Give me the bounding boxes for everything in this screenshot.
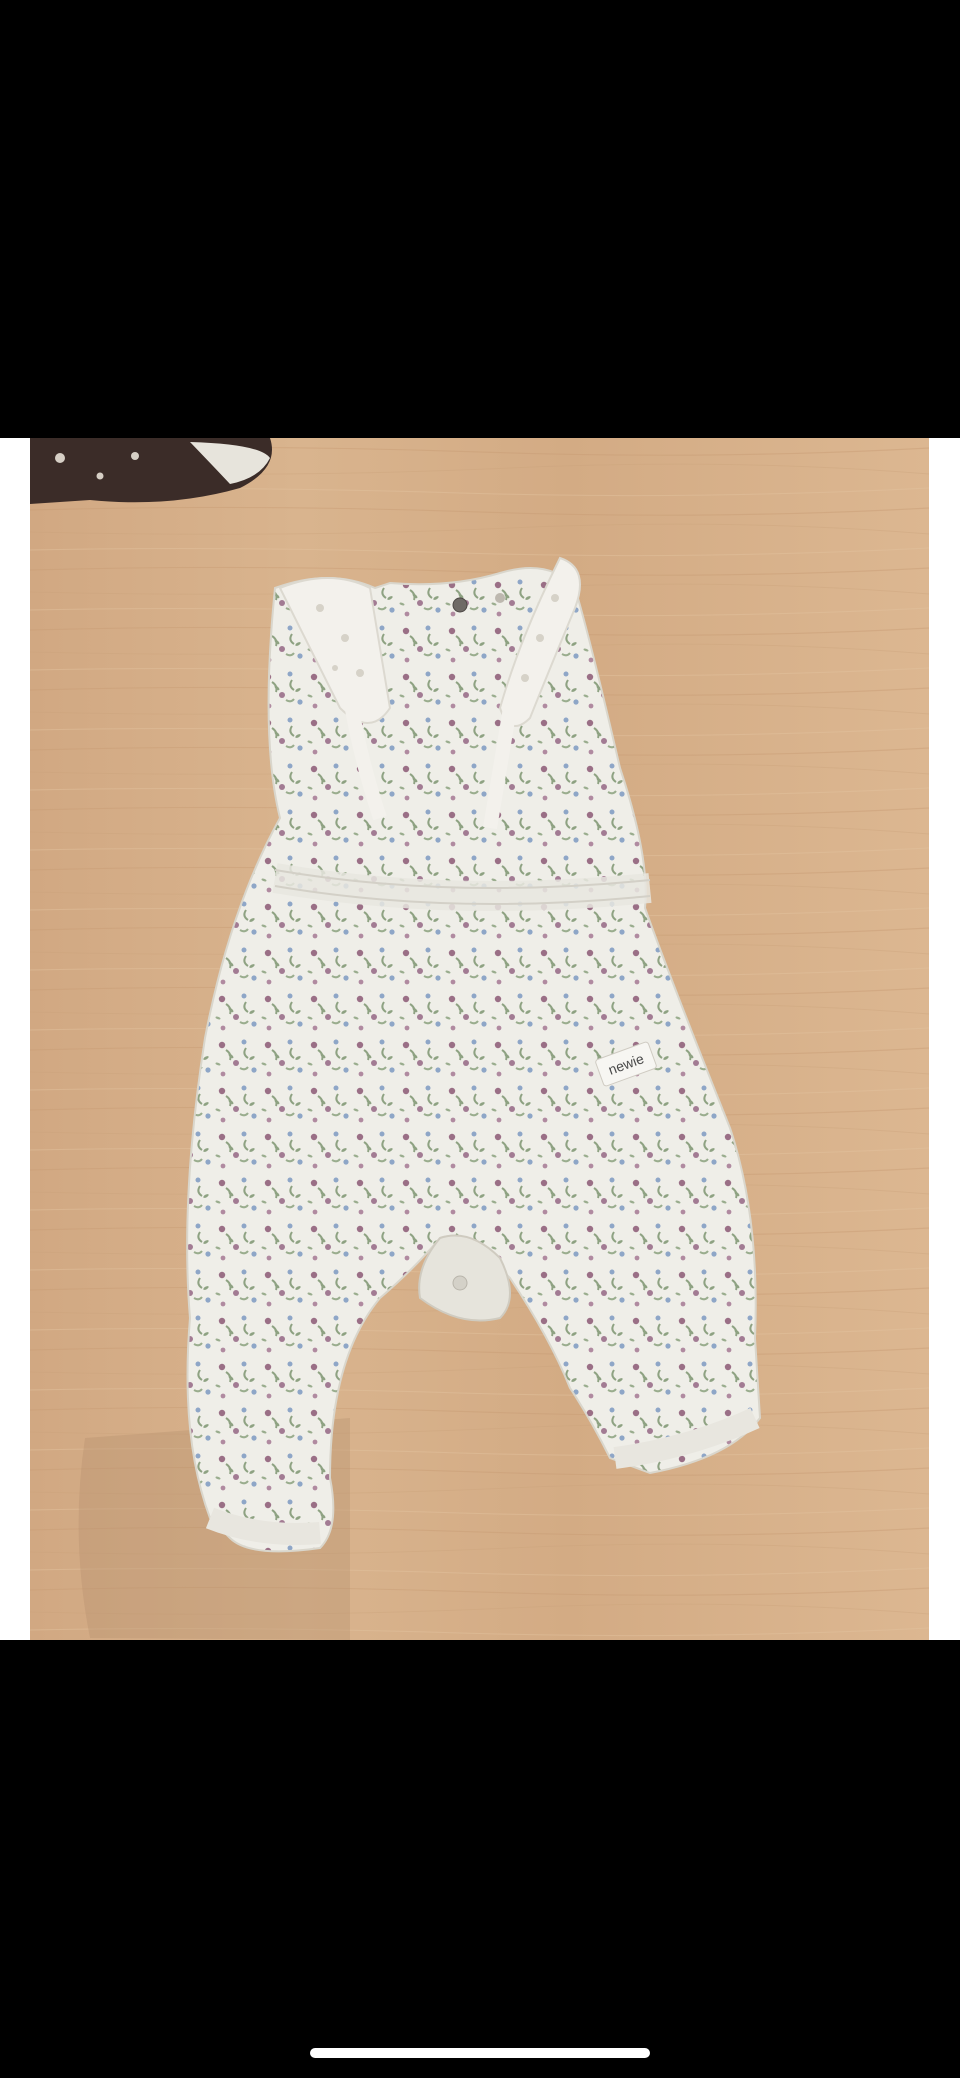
product-photo[interactable]: newie bbox=[30, 438, 929, 1640]
screen: newie bbox=[0, 0, 960, 2078]
photo-frame: newie bbox=[0, 438, 960, 1640]
floral-romper-icon: newie bbox=[30, 438, 929, 1640]
home-indicator[interactable] bbox=[310, 2048, 650, 2058]
